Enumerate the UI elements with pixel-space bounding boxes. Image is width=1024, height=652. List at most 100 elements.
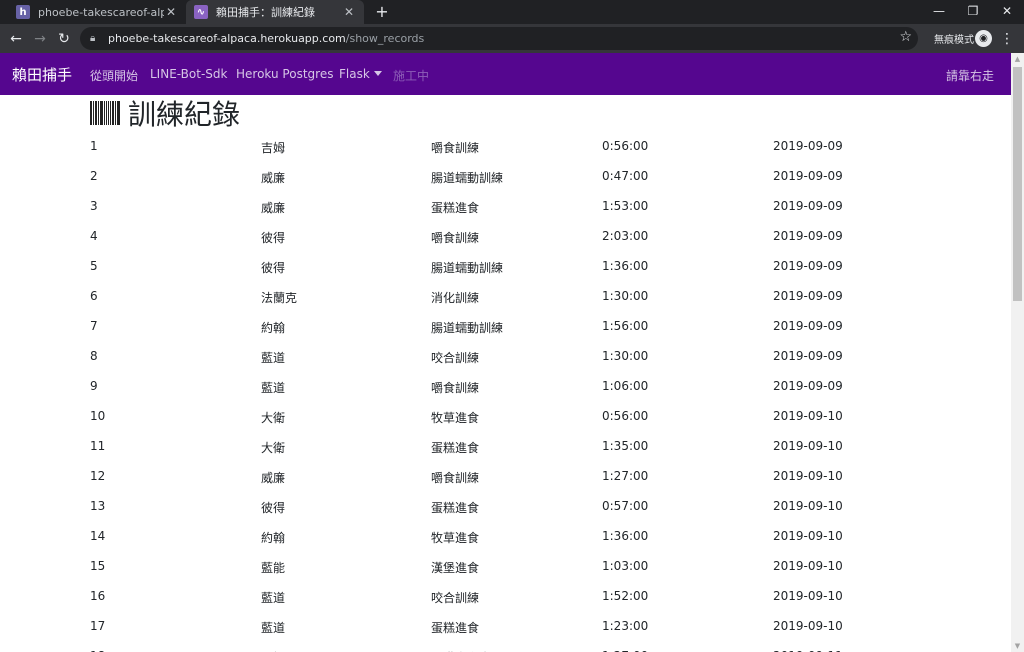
record-duration: 1:23:00 [602,619,649,633]
record-date: 2019-09-10 [773,469,843,483]
record-name: 彼得 [261,231,286,245]
record-id: 7 [90,319,98,333]
record-id: 11 [90,439,106,453]
record-id: 14 [90,529,106,543]
record-date: 2019-09-10 [773,499,843,513]
nav-link-line-bot-sdk[interactable]: LINE-Bot-Sdk [150,67,227,81]
record-name: 約翰 [261,321,286,335]
record-id: 2 [90,169,98,183]
record-name: 吉姆 [261,141,286,155]
table-row: 2 威廉 腸道蠕動訓練 0:47:00 2019-09-09 [0,161,1011,191]
record-id: 10 [90,409,106,423]
record-duration: 0:56:00 [602,139,649,153]
restore-icon[interactable]: ❐ [956,0,990,24]
record-date: 2019-09-09 [773,199,843,213]
record-id: 1 [90,139,98,153]
table-row: 12 威廉 嚼食訓練 1:27:00 2019-09-10 [0,461,1011,491]
table-row: 18吉姆沙漠猴進食1:27:002019-09-11 [0,641,1011,652]
table-row: 8 藍道 咬合訓練 1:30:00 2019-09-09 [0,341,1011,371]
record-training: 蛋糕進食 [431,621,480,635]
table-row: 16 藍道 咬合訓練 1:52:00 2019-09-10 [0,581,1011,611]
record-duration: 1:06:00 [602,379,649,393]
site-navbar: 賴田捕手 從頭開始 LINE-Bot-Sdk Heroku Postgres F… [0,53,1011,95]
address-bar[interactable]: 🔒︎ phoebe-takescareof-alpaca.herokuapp.c… [80,27,918,50]
close-icon[interactable]: ✕ [164,5,178,19]
record-name: 法蘭克 [261,291,298,305]
record-training: 嚼食訓練 [431,381,480,395]
back-icon[interactable]: ← [6,29,26,49]
record-name: 大衛 [261,411,286,425]
forward-icon[interactable]: → [30,29,50,49]
record-duration: 1:30:00 [602,289,649,303]
record-training: 蛋糕進食 [431,201,480,215]
record-date: 2019-09-09 [773,259,843,273]
table-row: 7 約翰 腸道蠕動訓練 1:56:00 2019-09-09 [0,311,1011,341]
record-name: 威廉 [261,171,286,185]
browser-tab-logs[interactable]: h phoebe-takescareof-alpaca · Log ✕ [8,0,186,24]
record-name: 大衛 [261,441,286,455]
record-duration: 1:52:00 [602,589,649,603]
record-training: 咬合訓練 [431,591,480,605]
browser-tab-strip: h phoebe-takescareof-alpaca · Log ✕ ∿ 賴田… [0,0,1024,24]
record-id: 5 [90,259,98,273]
record-training: 蛋糕進食 [431,501,480,515]
table-row: 10 大衛 牧草進食 0:56:00 2019-09-10 [0,401,1011,431]
minimize-icon[interactable]: — [922,0,956,24]
browser-tab-records[interactable]: ∿ 賴田捕手：訓練紀錄 ✕ [186,0,364,24]
record-duration: 1:30:00 [602,349,649,363]
scroll-up-icon[interactable]: ▲ [1011,53,1024,65]
url-text: phoebe-takescareof-alpaca.herokuapp.com/… [108,32,425,45]
tab-title: phoebe-takescareof-alpaca · Log [38,5,164,19]
record-name: 藍道 [261,351,286,365]
record-training: 消化訓練 [431,291,480,305]
table-row: 1 吉姆 嚼食訓練 0:56:00 2019-09-09 [0,131,1011,161]
record-id: 4 [90,229,98,243]
nav-link-right[interactable]: 請靠右走 [946,67,994,84]
nav-link-heroku-postgres[interactable]: Heroku Postgres [236,67,333,81]
record-date: 2019-09-10 [773,619,843,633]
record-name: 彼得 [261,501,286,515]
lock-icon: 🔒︎ [90,32,96,44]
record-duration: 1:35:00 [602,439,649,453]
record-duration: 0:47:00 [602,169,649,183]
record-date: 2019-09-10 [773,529,843,543]
record-training: 腸道蠕動訓練 [431,321,504,335]
table-row: 6 法蘭克 消化訓練 1:30:00 2019-09-09 [0,281,1011,311]
record-id: 8 [90,349,98,363]
record-training: 牧草進食 [431,531,480,545]
records-table: 1 吉姆嚼食訓練 0:56:00 2019-09-09 2 威廉腸道蠕動訓練 0:47:00… [0,131,1011,652]
nav-dropdown-flask[interactable]: Flask [339,67,382,81]
record-duration: 1:53:00 [602,199,649,213]
record-date: 2019-09-09 [773,319,843,333]
record-date: 2019-09-10 [773,559,843,573]
scrollbar-thumb[interactable] [1013,67,1022,301]
incognito-icon[interactable]: ◉ [975,30,992,47]
record-date: 2019-09-10 [773,409,843,423]
record-date: 2019-09-09 [773,349,843,363]
record-date: 2019-09-09 [773,379,843,393]
navbar-brand[interactable]: 賴田捕手 [12,64,72,85]
browser-toolbar: ← → ↻ 🔒︎ phoebe-takescareof-alpaca.herok… [0,24,1024,53]
app-icon: ∿ [194,5,208,19]
record-duration: 1:36:00 [602,259,649,273]
nav-link-start[interactable]: 從頭開始 [90,67,138,84]
record-name: 藍能 [261,561,286,575]
record-duration: 0:57:00 [602,499,649,513]
close-icon[interactable]: ✕ [342,5,356,19]
bookmark-star-icon[interactable]: ☆ [899,29,912,45]
page-heading: 訓練紀錄 [90,96,240,131]
record-duration: 1:03:00 [602,559,649,573]
new-tab-button[interactable]: + [372,2,392,22]
scroll-down-icon[interactable]: ▼ [1011,640,1024,652]
record-name: 藍道 [261,621,286,635]
browser-menu-icon[interactable]: ⋮ [1000,29,1014,49]
barcode-icon [90,101,121,125]
record-id: 13 [90,499,106,513]
record-training: 腸道蠕動訓練 [431,261,504,275]
record-training: 蛋糕進食 [431,441,480,455]
vertical-scrollbar[interactable]: ▲ ▼ [1011,53,1024,652]
reload-icon[interactable]: ↻ [54,29,74,49]
table-row: 3 威廉 蛋糕進食 1:53:00 2019-09-09 [0,191,1011,221]
record-id: 12 [90,469,106,483]
window-close-icon[interactable]: ✕ [990,0,1024,24]
